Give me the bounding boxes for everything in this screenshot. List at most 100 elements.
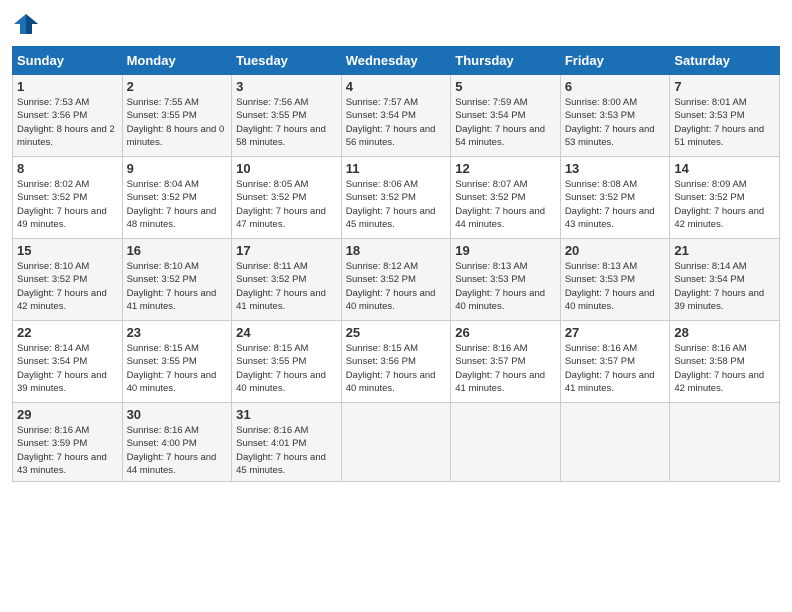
day-number: 3 <box>236 79 337 94</box>
col-header-monday: Monday <box>122 47 232 75</box>
calendar-cell: 31 Sunrise: 8:16 AMSunset: 4:01 PMDaylig… <box>232 403 342 482</box>
day-info: Sunrise: 8:08 AMSunset: 3:52 PMDaylight:… <box>565 179 655 230</box>
day-number: 28 <box>674 325 775 340</box>
day-info: Sunrise: 8:15 AMSunset: 3:56 PMDaylight:… <box>346 343 436 394</box>
day-info: Sunrise: 8:06 AMSunset: 3:52 PMDaylight:… <box>346 179 436 230</box>
week-row-5: 29 Sunrise: 8:16 AMSunset: 3:59 PMDaylig… <box>13 403 780 482</box>
calendar-cell: 29 Sunrise: 8:16 AMSunset: 3:59 PMDaylig… <box>13 403 123 482</box>
day-number: 21 <box>674 243 775 258</box>
calendar-cell <box>451 403 561 482</box>
day-number: 5 <box>455 79 556 94</box>
day-info: Sunrise: 7:56 AMSunset: 3:55 PMDaylight:… <box>236 97 326 148</box>
logo-icon <box>12 10 40 38</box>
week-row-3: 15 Sunrise: 8:10 AMSunset: 3:52 PMDaylig… <box>13 239 780 321</box>
calendar-cell: 26 Sunrise: 8:16 AMSunset: 3:57 PMDaylig… <box>451 321 561 403</box>
calendar-cell: 28 Sunrise: 8:16 AMSunset: 3:58 PMDaylig… <box>670 321 780 403</box>
calendar-cell: 12 Sunrise: 8:07 AMSunset: 3:52 PMDaylig… <box>451 157 561 239</box>
day-info: Sunrise: 8:07 AMSunset: 3:52 PMDaylight:… <box>455 179 545 230</box>
day-number: 31 <box>236 407 337 422</box>
day-info: Sunrise: 8:01 AMSunset: 3:53 PMDaylight:… <box>674 97 764 148</box>
day-info: Sunrise: 8:14 AMSunset: 3:54 PMDaylight:… <box>17 343 107 394</box>
calendar-cell: 8 Sunrise: 8:02 AMSunset: 3:52 PMDayligh… <box>13 157 123 239</box>
calendar-cell: 27 Sunrise: 8:16 AMSunset: 3:57 PMDaylig… <box>560 321 670 403</box>
day-info: Sunrise: 8:04 AMSunset: 3:52 PMDaylight:… <box>127 179 217 230</box>
calendar-cell: 22 Sunrise: 8:14 AMSunset: 3:54 PMDaylig… <box>13 321 123 403</box>
day-number: 6 <box>565 79 666 94</box>
day-number: 12 <box>455 161 556 176</box>
day-info: Sunrise: 7:59 AMSunset: 3:54 PMDaylight:… <box>455 97 545 148</box>
col-header-friday: Friday <box>560 47 670 75</box>
day-number: 26 <box>455 325 556 340</box>
header-row: SundayMondayTuesdayWednesdayThursdayFrid… <box>13 47 780 75</box>
calendar-cell: 17 Sunrise: 8:11 AMSunset: 3:52 PMDaylig… <box>232 239 342 321</box>
day-info: Sunrise: 8:15 AMSunset: 3:55 PMDaylight:… <box>236 343 326 394</box>
week-row-2: 8 Sunrise: 8:02 AMSunset: 3:52 PMDayligh… <box>13 157 780 239</box>
day-info: Sunrise: 8:02 AMSunset: 3:52 PMDaylight:… <box>17 179 107 230</box>
day-number: 24 <box>236 325 337 340</box>
day-number: 18 <box>346 243 447 258</box>
calendar-cell: 13 Sunrise: 8:08 AMSunset: 3:52 PMDaylig… <box>560 157 670 239</box>
day-info: Sunrise: 8:00 AMSunset: 3:53 PMDaylight:… <box>565 97 655 148</box>
day-number: 9 <box>127 161 228 176</box>
day-info: Sunrise: 8:10 AMSunset: 3:52 PMDaylight:… <box>17 261 107 312</box>
calendar-cell: 21 Sunrise: 8:14 AMSunset: 3:54 PMDaylig… <box>670 239 780 321</box>
day-number: 10 <box>236 161 337 176</box>
calendar-cell: 18 Sunrise: 8:12 AMSunset: 3:52 PMDaylig… <box>341 239 451 321</box>
day-info: Sunrise: 8:16 AMSunset: 4:00 PMDaylight:… <box>127 425 217 476</box>
day-number: 4 <box>346 79 447 94</box>
day-info: Sunrise: 8:16 AMSunset: 4:01 PMDaylight:… <box>236 425 326 476</box>
day-number: 11 <box>346 161 447 176</box>
day-info: Sunrise: 8:16 AMSunset: 3:58 PMDaylight:… <box>674 343 764 394</box>
calendar-cell: 5 Sunrise: 7:59 AMSunset: 3:54 PMDayligh… <box>451 75 561 157</box>
day-number: 17 <box>236 243 337 258</box>
day-info: Sunrise: 8:16 AMSunset: 3:59 PMDaylight:… <box>17 425 107 476</box>
day-number: 22 <box>17 325 118 340</box>
day-info: Sunrise: 7:53 AMSunset: 3:56 PMDaylight:… <box>17 97 115 148</box>
day-number: 23 <box>127 325 228 340</box>
day-number: 13 <box>565 161 666 176</box>
day-number: 1 <box>17 79 118 94</box>
calendar-cell: 14 Sunrise: 8:09 AMSunset: 3:52 PMDaylig… <box>670 157 780 239</box>
calendar-cell: 2 Sunrise: 7:55 AMSunset: 3:55 PMDayligh… <box>122 75 232 157</box>
day-number: 15 <box>17 243 118 258</box>
calendar-cell: 16 Sunrise: 8:10 AMSunset: 3:52 PMDaylig… <box>122 239 232 321</box>
calendar-cell: 25 Sunrise: 8:15 AMSunset: 3:56 PMDaylig… <box>341 321 451 403</box>
calendar-cell <box>670 403 780 482</box>
day-number: 14 <box>674 161 775 176</box>
col-header-wednesday: Wednesday <box>341 47 451 75</box>
calendar-cell: 19 Sunrise: 8:13 AMSunset: 3:53 PMDaylig… <box>451 239 561 321</box>
day-number: 30 <box>127 407 228 422</box>
day-info: Sunrise: 8:12 AMSunset: 3:52 PMDaylight:… <box>346 261 436 312</box>
calendar-cell: 3 Sunrise: 7:56 AMSunset: 3:55 PMDayligh… <box>232 75 342 157</box>
day-info: Sunrise: 8:10 AMSunset: 3:52 PMDaylight:… <box>127 261 217 312</box>
calendar-cell: 6 Sunrise: 8:00 AMSunset: 3:53 PMDayligh… <box>560 75 670 157</box>
calendar-cell: 15 Sunrise: 8:10 AMSunset: 3:52 PMDaylig… <box>13 239 123 321</box>
calendar-cell <box>560 403 670 482</box>
day-info: Sunrise: 8:05 AMSunset: 3:52 PMDaylight:… <box>236 179 326 230</box>
col-header-sunday: Sunday <box>13 47 123 75</box>
calendar-cell: 24 Sunrise: 8:15 AMSunset: 3:55 PMDaylig… <box>232 321 342 403</box>
day-info: Sunrise: 8:14 AMSunset: 3:54 PMDaylight:… <box>674 261 764 312</box>
day-info: Sunrise: 8:13 AMSunset: 3:53 PMDaylight:… <box>565 261 655 312</box>
day-number: 8 <box>17 161 118 176</box>
col-header-tuesday: Tuesday <box>232 47 342 75</box>
day-info: Sunrise: 8:09 AMSunset: 3:52 PMDaylight:… <box>674 179 764 230</box>
header <box>12 10 780 38</box>
day-info: Sunrise: 8:15 AMSunset: 3:55 PMDaylight:… <box>127 343 217 394</box>
calendar-cell: 7 Sunrise: 8:01 AMSunset: 3:53 PMDayligh… <box>670 75 780 157</box>
calendar-cell <box>341 403 451 482</box>
calendar-table: SundayMondayTuesdayWednesdayThursdayFrid… <box>12 46 780 482</box>
day-info: Sunrise: 8:16 AMSunset: 3:57 PMDaylight:… <box>455 343 545 394</box>
day-number: 2 <box>127 79 228 94</box>
page-container: SundayMondayTuesdayWednesdayThursdayFrid… <box>0 0 792 490</box>
week-row-1: 1 Sunrise: 7:53 AMSunset: 3:56 PMDayligh… <box>13 75 780 157</box>
calendar-cell: 9 Sunrise: 8:04 AMSunset: 3:52 PMDayligh… <box>122 157 232 239</box>
calendar-cell: 23 Sunrise: 8:15 AMSunset: 3:55 PMDaylig… <box>122 321 232 403</box>
calendar-cell: 1 Sunrise: 7:53 AMSunset: 3:56 PMDayligh… <box>13 75 123 157</box>
day-number: 20 <box>565 243 666 258</box>
day-number: 7 <box>674 79 775 94</box>
calendar-cell: 20 Sunrise: 8:13 AMSunset: 3:53 PMDaylig… <box>560 239 670 321</box>
day-info: Sunrise: 8:13 AMSunset: 3:53 PMDaylight:… <box>455 261 545 312</box>
day-info: Sunrise: 7:57 AMSunset: 3:54 PMDaylight:… <box>346 97 436 148</box>
logo <box>12 10 44 38</box>
